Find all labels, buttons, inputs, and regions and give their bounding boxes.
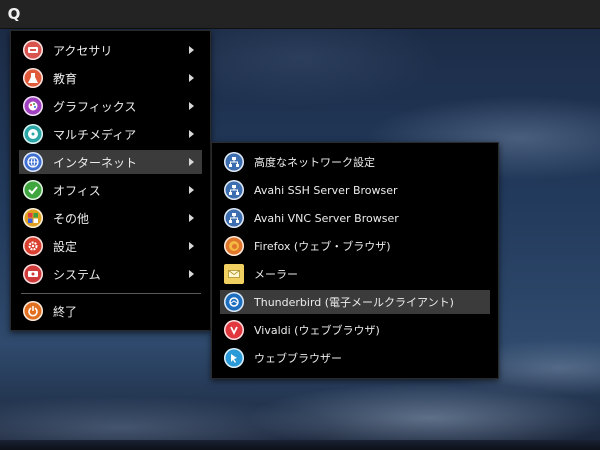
network-icon — [224, 152, 244, 172]
settings-icon — [23, 236, 43, 256]
submenu-item-label: Vivaldi (ウェブブラウザ) — [254, 324, 380, 337]
menu-item-office[interactable]: オフィス — [19, 178, 202, 202]
education-icon — [23, 68, 43, 88]
submenu-item-label: Avahi SSH Server Browser — [254, 183, 398, 197]
internet-submenu: 高度なネットワーク設定 Avahi SSH Server Browser Ava… — [211, 142, 499, 379]
menu-item-label: グラフィックス — [53, 99, 137, 114]
menu-item-label: システム — [53, 267, 101, 282]
submenu-arrow-icon — [189, 130, 194, 138]
network-icon — [224, 180, 244, 200]
other-icon — [23, 208, 43, 228]
graphics-icon — [23, 96, 43, 116]
vivaldi-icon — [224, 320, 244, 340]
submenu-arrow-icon — [189, 46, 194, 54]
submenu-arrow-icon — [189, 158, 194, 166]
menu-item-multimedia[interactable]: マルチメディア — [19, 122, 202, 146]
top-panel: Q — [0, 0, 600, 29]
menu-item-label: オフィス — [53, 183, 101, 198]
menu-item-settings[interactable]: 設定 — [19, 234, 202, 258]
menu-item-label: アクセサリ — [53, 43, 113, 58]
submenu-arrow-icon — [189, 214, 194, 222]
submenu-item-firefox[interactable]: Firefox (ウェブ・ブラウザ) — [220, 234, 490, 258]
submenu-arrow-icon — [189, 242, 194, 250]
mail-icon — [224, 264, 244, 284]
menu-item-accessories[interactable]: アクセサリ — [19, 38, 202, 62]
quit-icon — [23, 301, 43, 321]
submenu-item-label: Avahi VNC Server Browser — [254, 211, 399, 225]
menu-item-internet[interactable]: インターネット — [19, 150, 202, 174]
submenu-item-avahi-ssh-browser[interactable]: Avahi SSH Server Browser — [220, 178, 490, 202]
firefox-icon — [224, 236, 244, 256]
submenu-item-vivaldi[interactable]: Vivaldi (ウェブブラウザ) — [220, 318, 490, 342]
system-icon — [23, 264, 43, 284]
menu-item-label: 設定 — [53, 239, 78, 254]
menu-item-label: その他 — [53, 211, 90, 226]
menu-item-quit[interactable]: 終了 — [19, 299, 202, 323]
menu-item-label: 教育 — [53, 71, 78, 86]
menu-item-system[interactable]: システム — [19, 262, 202, 286]
menu-item-label: インターネット — [53, 155, 138, 170]
submenu-item-mailer[interactable]: メーラー — [220, 262, 490, 286]
application-launcher-button[interactable]: Q — [3, 3, 25, 25]
menu-item-other[interactable]: その他 — [19, 206, 202, 230]
application-menu: アクセサリ 教育 グラフィックス マルチメディア インターネット オフィス その… — [10, 30, 211, 331]
submenu-item-label: メーラー — [254, 268, 298, 281]
submenu-item-label: Thunderbird (電子メールクライアント) — [254, 296, 454, 309]
submenu-arrow-icon — [189, 102, 194, 110]
submenu-item-label: Firefox (ウェブ・ブラウザ) — [254, 240, 391, 253]
submenu-item-thunderbird[interactable]: Thunderbird (電子メールクライアント) — [220, 290, 490, 314]
menu-item-graphics[interactable]: グラフィックス — [19, 94, 202, 118]
menu-item-label: マルチメディア — [53, 127, 137, 142]
submenu-item-label: ウェブブラウザー — [254, 352, 342, 365]
accessories-icon — [23, 40, 43, 60]
internet-icon — [23, 152, 43, 172]
menu-separator — [21, 293, 201, 294]
submenu-item-web-browser[interactable]: ウェブブラウザー — [220, 346, 490, 370]
submenu-arrow-icon — [189, 186, 194, 194]
menu-item-education[interactable]: 教育 — [19, 66, 202, 90]
thunderbird-icon — [224, 292, 244, 312]
submenu-item-avahi-vnc-browser[interactable]: Avahi VNC Server Browser — [220, 206, 490, 230]
submenu-arrow-icon — [189, 270, 194, 278]
wallpaper-horizon — [0, 440, 600, 450]
network-icon — [224, 208, 244, 228]
menu-item-label: 終了 — [53, 304, 78, 319]
submenu-item-label: 高度なネットワーク設定 — [254, 156, 375, 169]
office-icon — [23, 180, 43, 200]
submenu-arrow-icon — [189, 74, 194, 82]
multimedia-icon — [23, 124, 43, 144]
submenu-item-advanced-network-settings[interactable]: 高度なネットワーク設定 — [220, 150, 490, 174]
web-browser-icon — [224, 348, 244, 368]
